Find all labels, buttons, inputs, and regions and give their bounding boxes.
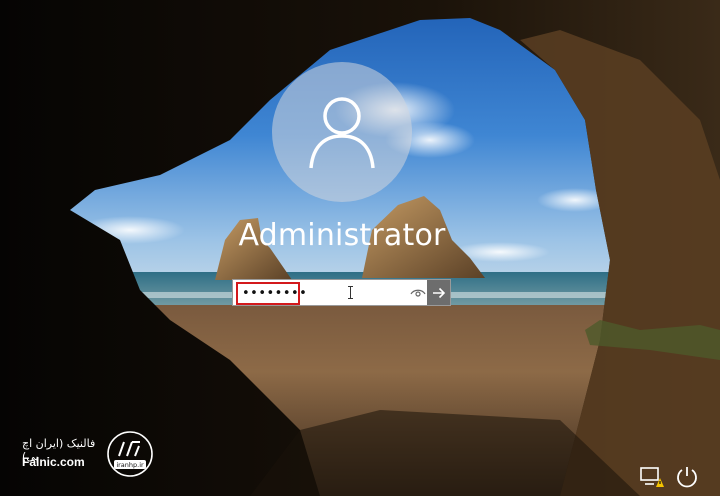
submit-button[interactable] [427, 280, 450, 305]
user-avatar [272, 62, 412, 202]
brand-name-english: Falnic.com [22, 455, 85, 469]
hp-logo-icon: iranhp.ir [107, 431, 153, 477]
user-name: Administrator [238, 218, 446, 253]
text-cursor-icon [348, 286, 353, 299]
user-silhouette-icon [309, 97, 375, 169]
brand-logo-text: iranhp.ir [116, 461, 144, 469]
arrow-right-icon [432, 287, 445, 298]
network-warning-icon[interactable] [639, 464, 665, 490]
power-icon[interactable] [674, 464, 700, 490]
password-input-value[interactable]: •••••••• [236, 282, 307, 305]
eye-icon[interactable] [410, 286, 426, 300]
password-field[interactable]: •••••••• [232, 279, 451, 306]
